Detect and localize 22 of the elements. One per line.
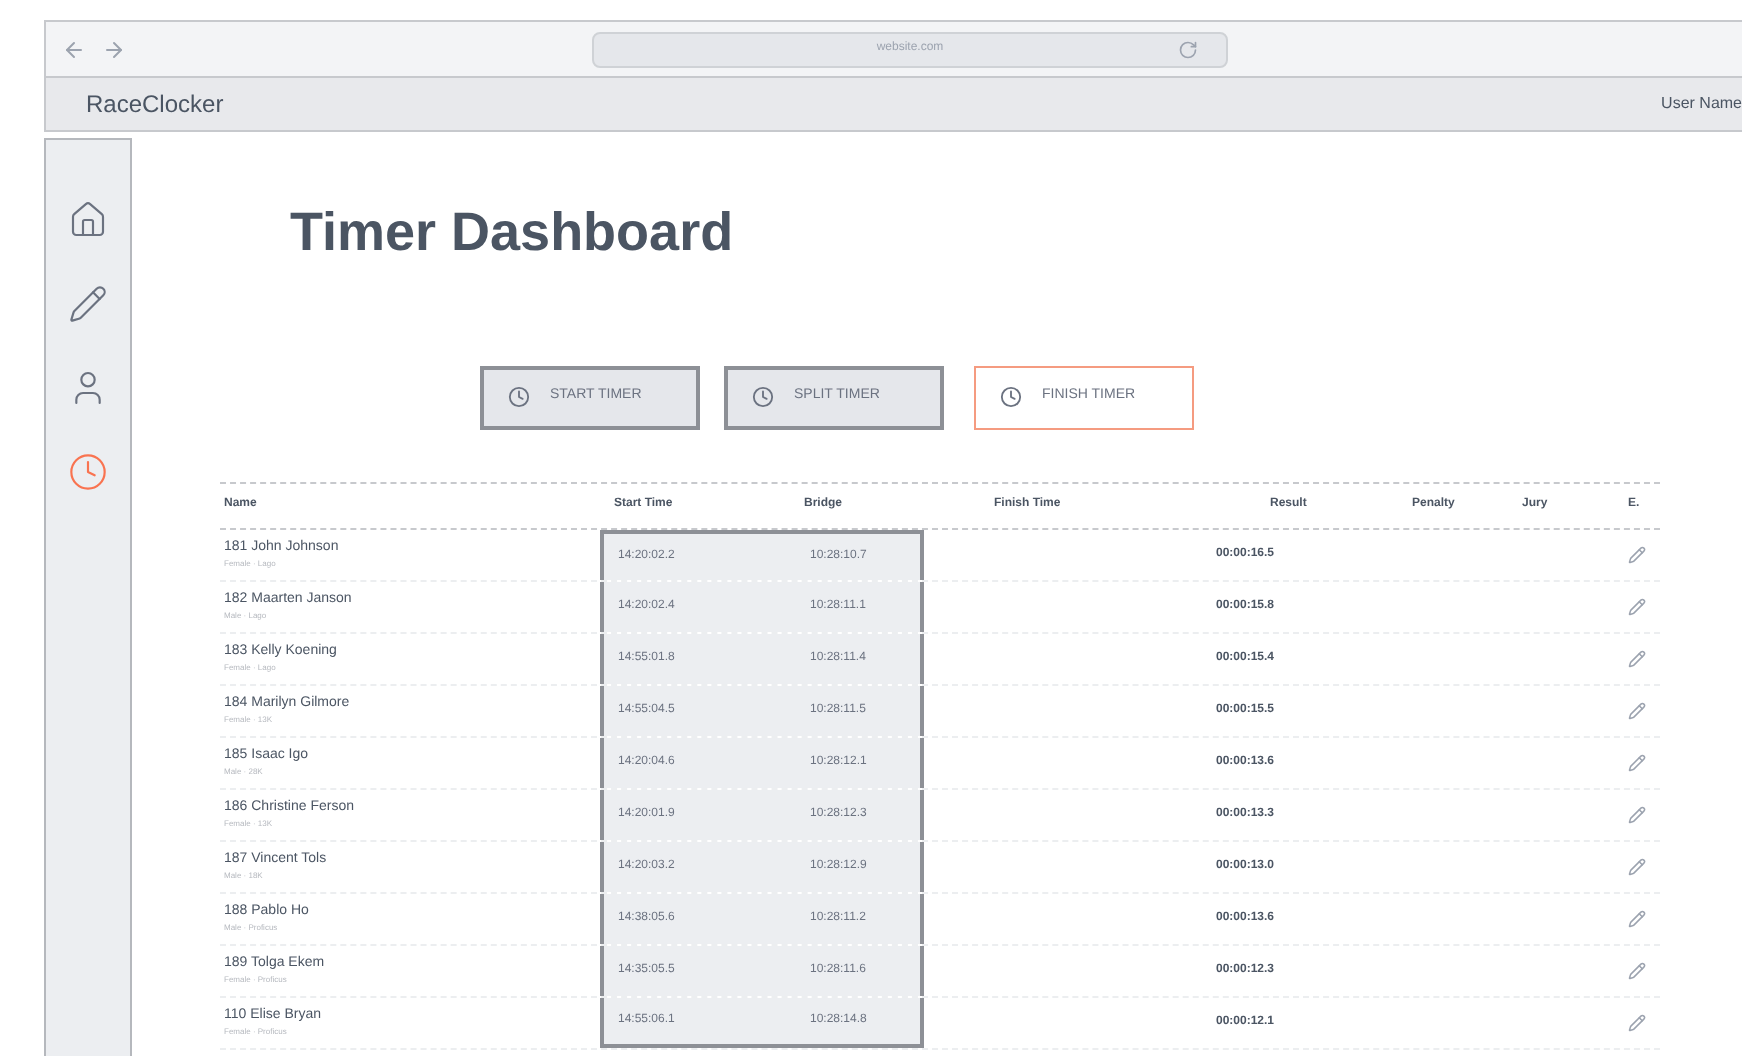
home-icon[interactable] <box>68 200 108 240</box>
pencil-icon[interactable] <box>68 284 108 324</box>
forward-icon[interactable] <box>102 37 126 61</box>
clock-icon <box>1000 386 1022 408</box>
edit-icon[interactable] <box>1628 649 1646 667</box>
edit-icon[interactable] <box>1628 909 1646 927</box>
clock-icon <box>752 386 774 408</box>
page-title: Timer Dashboard <box>290 200 734 266</box>
back-icon[interactable] <box>62 37 86 61</box>
edit-icon[interactable] <box>1628 857 1646 875</box>
clock-icon[interactable] <box>68 452 108 492</box>
clock-icon <box>508 386 530 408</box>
edit-icon[interactable] <box>1628 597 1646 615</box>
edit-icon[interactable] <box>1628 753 1646 771</box>
edit-icon[interactable] <box>1628 805 1646 823</box>
app-name: RaceClocker <box>86 88 224 122</box>
edit-icon[interactable] <box>1628 961 1646 979</box>
reload-icon[interactable] <box>1178 39 1198 59</box>
edit-icon[interactable] <box>1628 1013 1646 1031</box>
edit-icon[interactable] <box>1628 701 1646 719</box>
edit-icon[interactable] <box>1628 545 1646 563</box>
user-name[interactable]: User Name <box>1661 92 1742 116</box>
